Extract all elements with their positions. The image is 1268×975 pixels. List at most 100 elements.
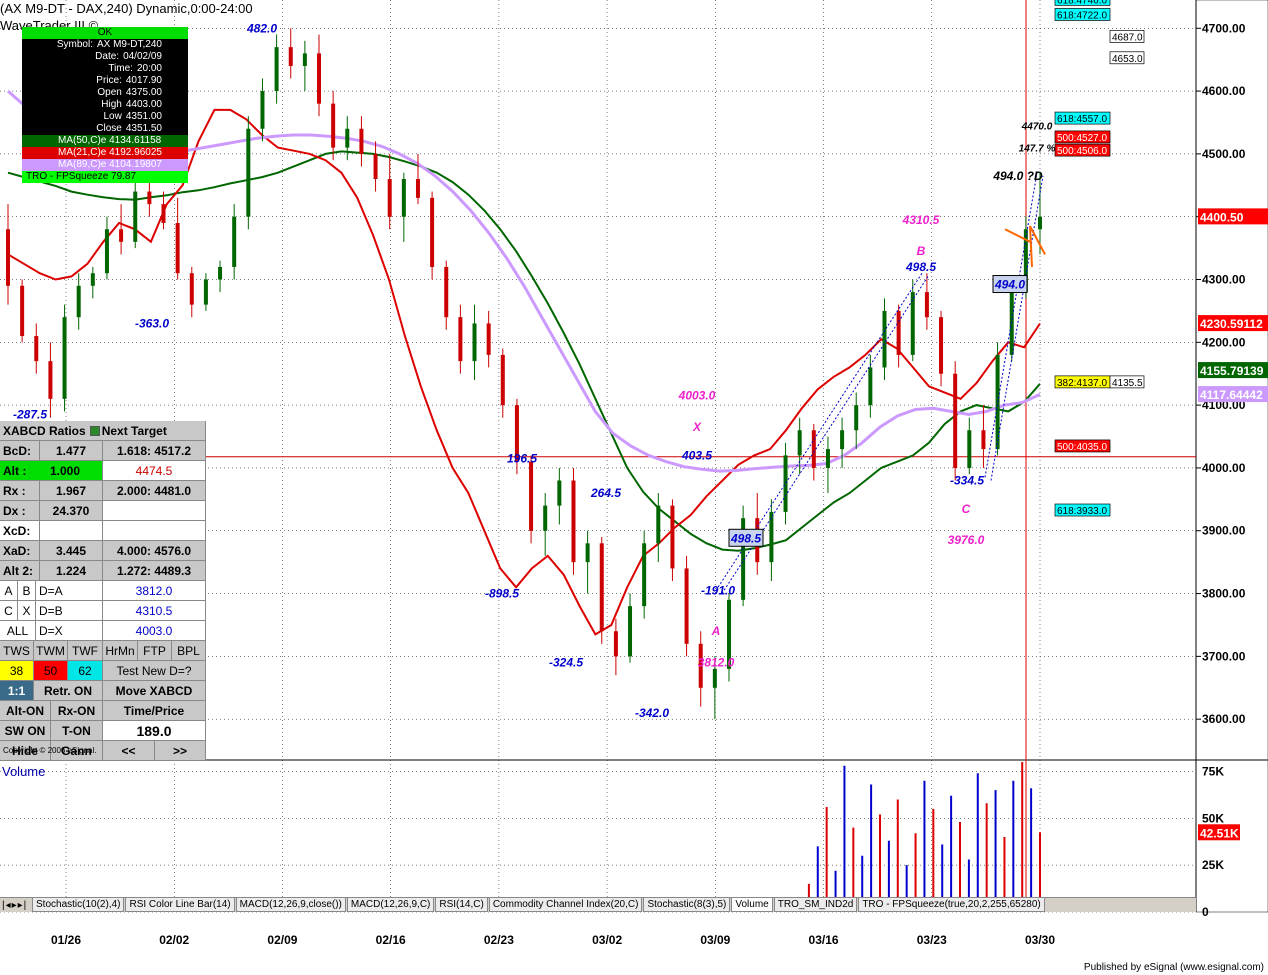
xabcd-row-da: A B D=A 3812.0: [0, 581, 206, 601]
twm-button[interactable]: TWM: [34, 641, 68, 660]
pattern-label: X: [692, 420, 702, 434]
a-button[interactable]: A: [0, 581, 18, 600]
candle-body: [585, 543, 590, 563]
fib-level-tag: 618:4746.0: [1057, 0, 1107, 6]
fib-level-tag: 4653.0: [1112, 54, 1143, 65]
candle-body: [500, 354, 505, 406]
tab-indicator[interactable]: Stochastic(10(2),4): [32, 898, 125, 912]
data-window-label: Open: [97, 87, 122, 98]
data-window-status: OK: [22, 27, 188, 39]
tab-indicator[interactable]: TRO - FPSqueeze(true,20,2,255,65280): [858, 898, 1045, 912]
swing-label: -342.0: [635, 706, 669, 720]
bpl-button[interactable]: BPL: [172, 641, 206, 660]
tab-scroll-arrows[interactable]: |◂▸▸|: [0, 900, 32, 911]
ftp-button[interactable]: FTP: [138, 641, 172, 660]
candle-body: [203, 279, 208, 305]
candle-body: [76, 285, 81, 318]
data-window-row: Time: 20:00: [22, 63, 188, 75]
candle-body: [472, 323, 477, 362]
tws-button[interactable]: TWS: [0, 641, 34, 660]
data-window-value: 4351.50: [125, 123, 162, 134]
sw-on-button[interactable]: SW ON: [0, 721, 51, 740]
data-window-row: Symbol: AX M9-DT,240: [22, 39, 188, 51]
price-tick-label: 3600.00: [1202, 712, 1246, 726]
c-button[interactable]: C: [0, 601, 18, 620]
candle-body: [444, 266, 449, 318]
candle-body: [246, 128, 251, 217]
dx-target-empty: [103, 501, 206, 520]
candle-body: [486, 323, 491, 355]
candle-body: [345, 128, 350, 148]
test-new-button[interactable]: Test New D=?: [103, 661, 206, 680]
fib-level-tag: 4135.5: [1112, 378, 1143, 389]
date-tick-label: 02/09: [267, 933, 297, 947]
pattern-label: B: [917, 244, 926, 258]
xabcd-row-alt: Alt : 1.000 4474.5: [0, 461, 206, 481]
twf-button[interactable]: TWF: [68, 641, 103, 660]
price-tick-label: 3800.00: [1202, 587, 1246, 601]
swing-label: -363.0: [135, 316, 169, 330]
tab-indicator[interactable]: MACD(12,26,9,close()): [235, 898, 346, 912]
xabcd-panel: XABCD Ratios Next Target BcD: 1.477 1.61…: [0, 421, 206, 761]
data-window-value: 4403.00: [125, 99, 162, 110]
indicator-tabs: Stochastic(10(2),4) RSI Color Line Bar(14…: [32, 898, 1046, 912]
candle-body: [331, 103, 336, 148]
date-tick-label: 03/09: [700, 933, 730, 947]
tab-indicator[interactable]: Stochastic(8(3),5): [643, 898, 731, 912]
t-on-button[interactable]: T-ON: [51, 721, 103, 740]
fib-level-tag: 382:4137.0: [1057, 378, 1107, 389]
next-button[interactable]: >>: [155, 741, 206, 760]
swing-label: 482.0: [246, 21, 277, 35]
alt-on-button[interactable]: Alt-ON: [0, 701, 51, 720]
level-50-button[interactable]: 50: [34, 661, 68, 680]
bcd-target: 1.618: 4517.2: [103, 441, 206, 460]
candle-body: [628, 606, 633, 657]
tab-indicator[interactable]: RSI(14,C): [435, 898, 488, 912]
candle-body: [147, 191, 152, 205]
date-tick-label: 03/23: [917, 933, 947, 947]
xabcd-row-xad: XaD: 3.445 4.000: 4576.0: [0, 541, 206, 561]
ma89-readout: MA(89,C)e 4104.19807: [22, 159, 188, 171]
level-62-button[interactable]: 62: [68, 661, 103, 680]
date-tick-label: 01/26: [51, 933, 81, 947]
data-window-row: High 4403.00: [22, 99, 188, 111]
tab-indicator[interactable]: RSI Color Line Bar(14): [125, 898, 235, 912]
xabcd-row-dx2: ALL D=X 4003.0: [0, 621, 206, 641]
retr-on-button[interactable]: Retr. ON: [34, 681, 103, 700]
alt-cell[interactable]: Alt : 1.000: [0, 461, 103, 480]
tab-indicator[interactable]: Volume: [731, 898, 773, 912]
swing-label: -334.5: [950, 473, 984, 487]
prev-button[interactable]: <<: [103, 741, 155, 760]
ratio-11-button[interactable]: 1:1: [0, 681, 34, 700]
xcd-target-empty: [103, 521, 206, 540]
all-button[interactable]: ALL: [0, 621, 36, 640]
bcd-label: BcD:: [0, 441, 40, 460]
xad-value: 3.445: [40, 541, 103, 560]
rx-on-button[interactable]: Rx-ON: [51, 701, 103, 720]
candle-body: [797, 430, 802, 456]
candle-body: [613, 631, 618, 657]
data-window-value: 4017.90: [125, 75, 162, 86]
tab-indicator[interactable]: MACD(12,26,9,C): [346, 898, 435, 912]
move-xabcd-button[interactable]: Move XABCD: [103, 681, 206, 700]
b-button[interactable]: B: [18, 581, 36, 600]
data-window-label: Date:: [95, 51, 120, 62]
data-window-label: High: [101, 99, 122, 110]
swing-label: -898.5: [485, 587, 519, 601]
tab-indicator[interactable]: TRO_SM_IND2d: [773, 898, 858, 912]
price-tick-label: 4600.00: [1202, 84, 1246, 98]
data-window-value: 4351.00: [125, 111, 162, 122]
tab-indicator[interactable]: Commodity Channel Index(20,C): [488, 898, 643, 912]
x-button[interactable]: X: [18, 601, 36, 620]
boxed-label: 498.5: [730, 531, 761, 545]
hrmn-button[interactable]: HrMn: [103, 641, 138, 660]
level-38-button[interactable]: 38: [0, 661, 34, 680]
next-target-checkbox[interactable]: [89, 425, 100, 436]
time-price-button[interactable]: Time/Price: [103, 701, 206, 720]
tro-readout: TRO - FPSqueeze 79.87: [22, 171, 188, 183]
candle-body: [981, 430, 986, 450]
candle-body: [218, 266, 223, 280]
price-tick-label: 3900.00: [1202, 524, 1246, 538]
price-tick-label: 4000.00: [1202, 461, 1246, 475]
candle-body: [415, 179, 420, 198]
